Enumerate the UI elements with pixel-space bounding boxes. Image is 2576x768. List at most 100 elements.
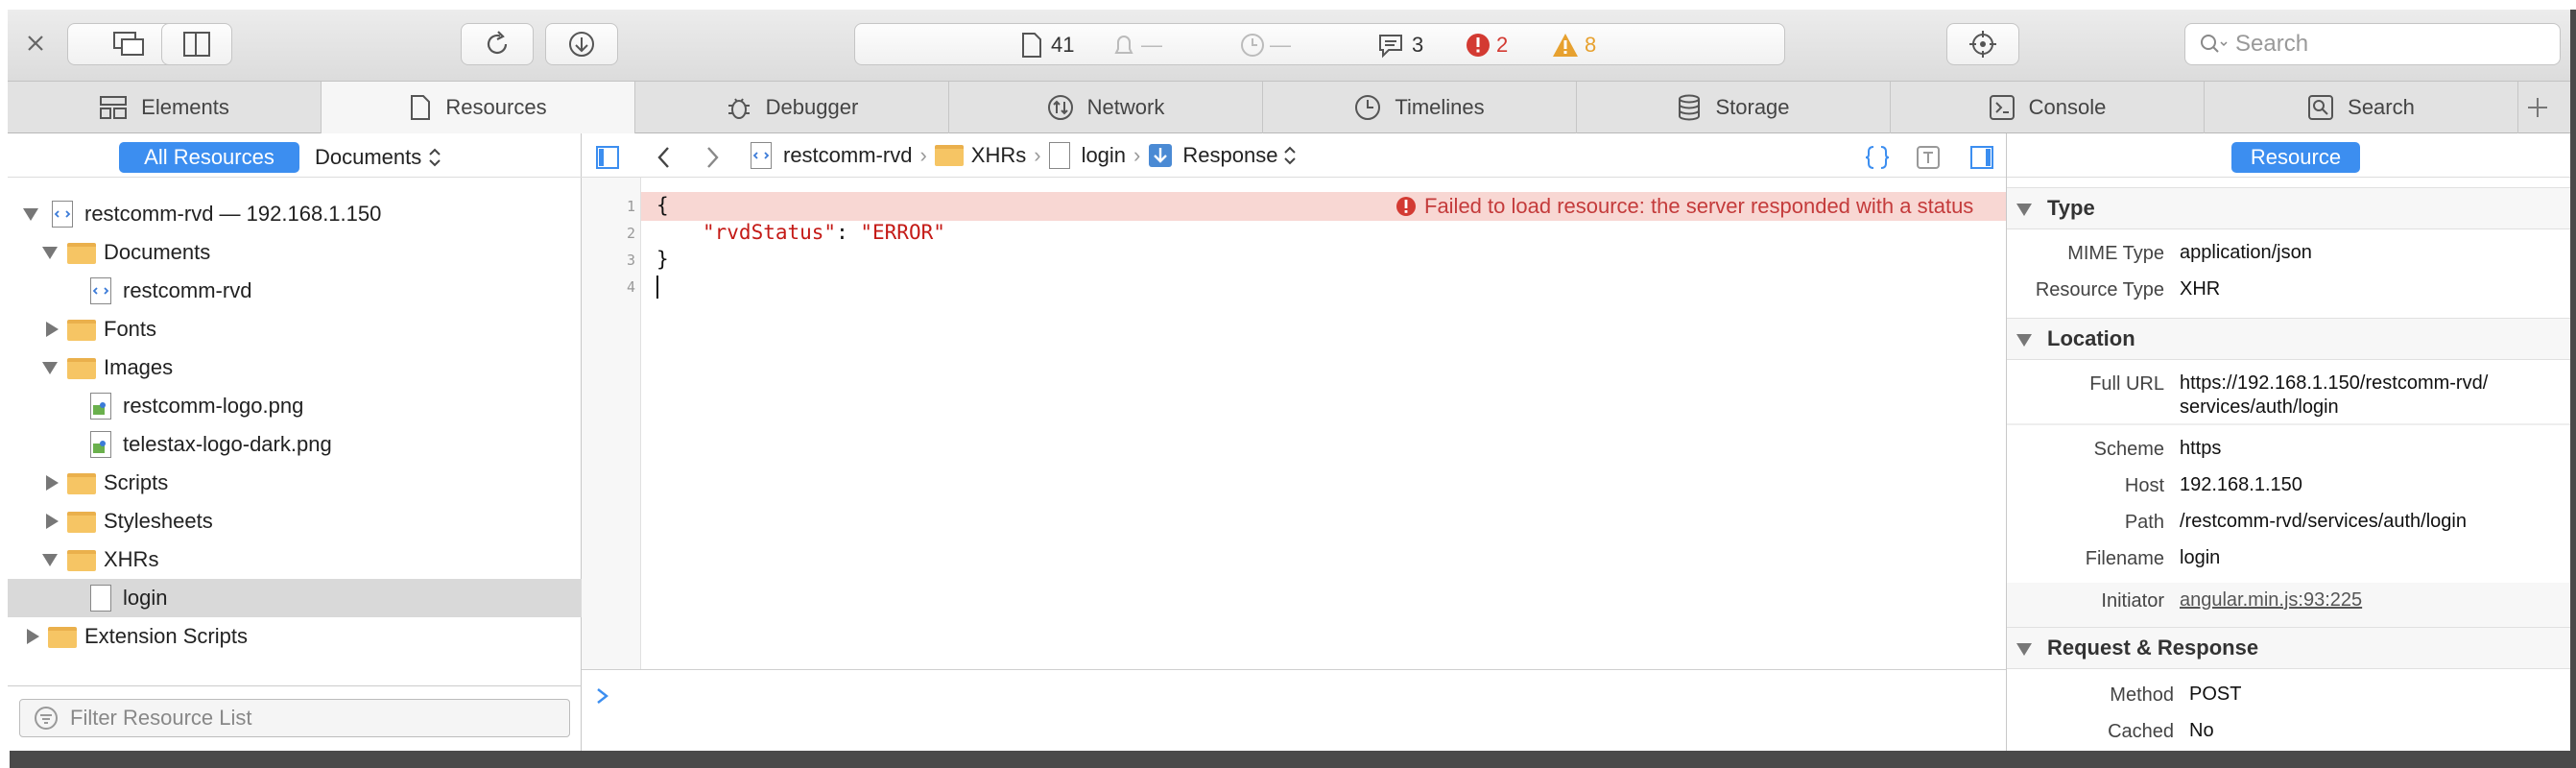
filter-icon xyxy=(35,707,58,730)
filename-value: login xyxy=(2180,547,2221,568)
cached-label: Cached xyxy=(2108,721,2174,742)
folder-icon xyxy=(934,145,964,166)
warning-icon xyxy=(1553,34,1578,57)
breadcrumb-separator-icon: › xyxy=(1034,143,1041,167)
tab-timelines[interactable]: Timelines xyxy=(1263,82,1577,133)
disclosure-closed-icon[interactable] xyxy=(46,514,59,529)
initiator-link[interactable]: angular.min.js:93:225 xyxy=(2180,588,2362,612)
code-line[interactable]: { xyxy=(656,194,669,217)
section-type[interactable]: Type xyxy=(2007,187,2570,229)
warning-count[interactable]: 8 xyxy=(1552,24,1596,66)
path-label: Path xyxy=(2124,512,2164,533)
disclosure-open-icon[interactable] xyxy=(2016,334,2032,347)
toggle-details-sidebar-icon[interactable] xyxy=(1969,145,1994,170)
disclosure-open-icon[interactable] xyxy=(2016,204,2032,216)
download-button[interactable] xyxy=(545,23,618,65)
tab-network[interactable]: Network xyxy=(949,82,1263,133)
resource-count[interactable]: 41 xyxy=(1020,24,1074,66)
tree-item-image[interactable]: telestax-logo-dark.png xyxy=(8,425,582,464)
close-icon[interactable] xyxy=(25,33,46,60)
breadcrumb-root[interactable]: restcomm-rvd xyxy=(783,143,912,168)
pretty-print-icon[interactable] xyxy=(1864,145,1891,170)
tree-item-site[interactable]: restcomm-rvd — 192.168.1.150 xyxy=(8,195,582,233)
disclosure-closed-icon[interactable] xyxy=(46,322,59,337)
error-icon xyxy=(1467,34,1490,57)
elements-icon xyxy=(100,96,128,119)
undock-icon xyxy=(113,32,144,56)
section-location[interactable]: Location xyxy=(2007,318,2570,360)
tree-item-document[interactable]: restcomm-rvd xyxy=(8,272,582,310)
tree-folder-images[interactable]: Images xyxy=(8,348,582,387)
tree-folder-stylesheets[interactable]: Stylesheets xyxy=(8,502,582,540)
details-tab-bar: Resource xyxy=(2007,133,2570,178)
image-file-icon xyxy=(90,393,111,420)
text-type-icon[interactable] xyxy=(1916,145,1941,170)
disclosure-closed-icon[interactable] xyxy=(46,475,59,491)
error-message: Failed to load resource: the server resp… xyxy=(1395,192,1973,221)
tree-folder-documents[interactable]: Documents xyxy=(8,233,582,272)
back-arrow-icon[interactable] xyxy=(655,145,674,170)
code-line[interactable]: "rvdStatus": "ERROR" xyxy=(703,221,945,244)
tab-elements[interactable]: Elements xyxy=(8,82,322,133)
all-resources-button[interactable]: All Resources xyxy=(119,142,299,173)
tab-search[interactable]: Search xyxy=(2205,82,2518,133)
search-icon xyxy=(2308,95,2334,120)
breadcrumb-folder[interactable]: XHRs xyxy=(971,143,1026,168)
tab-resources[interactable]: Resources xyxy=(322,82,635,133)
tab-debugger[interactable]: Debugger xyxy=(635,82,949,133)
filter-resource-input[interactable]: Filter Resource List xyxy=(19,699,570,737)
chevron-updown-icon xyxy=(1284,146,1297,165)
tree-folder-xhrs[interactable]: XHRs xyxy=(8,540,582,579)
folder-icon xyxy=(67,358,96,379)
breadcrumb-view-selector[interactable]: Response xyxy=(1182,143,1277,168)
forward-arrow-icon[interactable] xyxy=(703,145,722,170)
search-input[interactable]: Search xyxy=(2184,23,2561,65)
tree-folder-extension-scripts[interactable]: Extension Scripts xyxy=(8,617,582,656)
console-icon xyxy=(1989,95,2015,120)
bug-icon xyxy=(727,98,750,119)
log-count[interactable]: 3 xyxy=(1377,24,1423,66)
html-document-icon xyxy=(751,142,772,169)
disclosure-closed-icon[interactable] xyxy=(27,629,39,644)
crosshair-icon xyxy=(1969,31,1996,58)
resource-type-label: Resource Type xyxy=(2035,279,2164,300)
web-inspector-window: 41 — — 3 2 8 Search Elements Resources D… xyxy=(8,10,2570,751)
plus-icon xyxy=(2528,98,2547,117)
tree-item-image[interactable]: restcomm-logo.png xyxy=(8,387,582,425)
image-file-icon xyxy=(90,431,111,458)
section-request-response[interactable]: Request & Response xyxy=(2007,627,2570,669)
breadcrumb-file[interactable]: login xyxy=(1082,143,1126,168)
folder-icon xyxy=(67,243,96,264)
host-value: 192.168.1.150 xyxy=(2180,474,2302,495)
inspect-button[interactable] xyxy=(1946,23,2019,65)
disclosure-open-icon[interactable] xyxy=(42,554,58,566)
code-line[interactable] xyxy=(656,275,658,299)
disclosure-open-icon[interactable] xyxy=(23,208,38,221)
error-count[interactable]: 2 xyxy=(1466,24,1508,66)
html-document-icon xyxy=(52,201,73,228)
folder-icon xyxy=(48,627,77,648)
clock-icon xyxy=(1241,34,1264,57)
folder-icon xyxy=(67,473,96,494)
method-label: Method xyxy=(2110,684,2174,706)
tree-item-login[interactable]: login xyxy=(8,579,582,617)
resource-details-tab[interactable]: Resource xyxy=(2231,142,2360,173)
disclosure-open-icon[interactable] xyxy=(2016,643,2032,656)
code-line[interactable]: } xyxy=(656,248,669,271)
disclosure-open-icon[interactable] xyxy=(42,247,58,259)
tree-folder-scripts[interactable]: Scripts xyxy=(8,464,582,502)
content-view: restcomm-rvd › XHRs › login › Response 1… xyxy=(582,133,2006,751)
tree-folder-fonts[interactable]: Fonts xyxy=(8,310,582,348)
reload-button[interactable] xyxy=(461,23,534,65)
disclosure-open-icon[interactable] xyxy=(42,362,58,374)
quick-console[interactable] xyxy=(582,669,2006,751)
dock-side-button[interactable] xyxy=(161,23,232,65)
tab-console[interactable]: Console xyxy=(1891,82,2205,133)
tab-storage[interactable]: Storage xyxy=(1577,82,1891,133)
toggle-navigation-sidebar-icon[interactable] xyxy=(595,145,620,170)
new-tab-button[interactable] xyxy=(2518,82,2570,133)
dock-side-icon xyxy=(183,32,210,57)
full-url-label: Full URL xyxy=(2089,373,2164,395)
resource-type-selector[interactable]: Documents xyxy=(315,142,442,173)
activity-viewer: 41 — — 3 2 8 xyxy=(854,23,1785,65)
